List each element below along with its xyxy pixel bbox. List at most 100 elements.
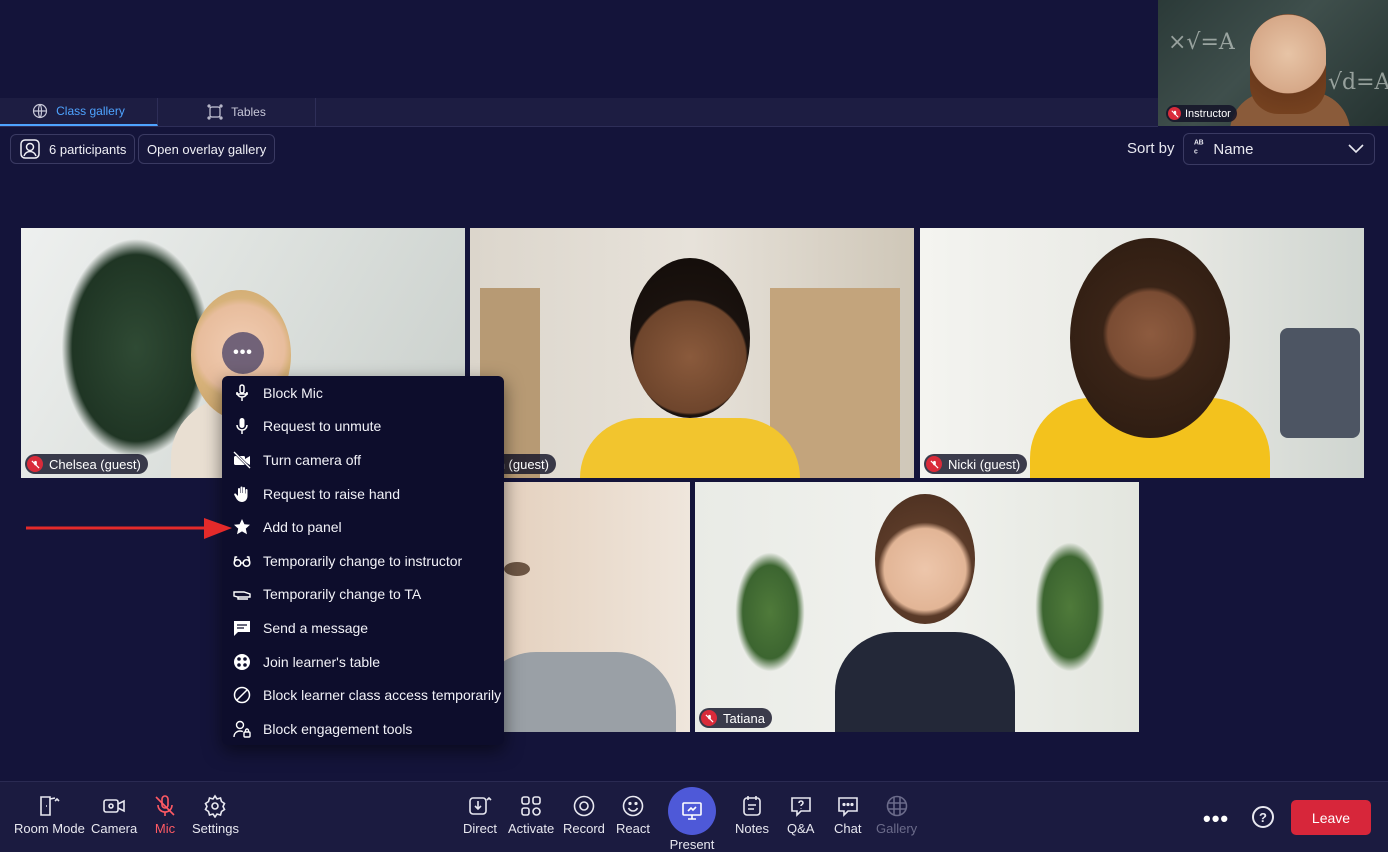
leave-label: Leave: [1311, 809, 1351, 826]
participant-name-label: Chelsea (guest): [25, 454, 148, 474]
chevron-down-icon: [1348, 144, 1364, 154]
qa-button[interactable]: Q&A: [787, 794, 814, 836]
block-icon: [233, 686, 251, 704]
mic-icon: [236, 418, 248, 435]
room-mode-label: Room Mode: [14, 821, 85, 836]
settings-label: Settings: [192, 821, 239, 836]
mic-block-icon: [236, 384, 248, 401]
menu-item-block-class-access[interactable]: Block learner class access temporarily: [222, 678, 504, 712]
person-head: [875, 494, 975, 624]
instructor-video-tile[interactable]: ×√=A √d=A Instructor: [1158, 0, 1388, 126]
mic-off-icon: [27, 456, 43, 472]
globe-icon: [33, 103, 48, 119]
message-icon: [234, 620, 250, 636]
person-body: [835, 632, 1015, 732]
person-head: [1070, 238, 1230, 438]
menu-item-label: Turn camera off: [263, 451, 362, 468]
open-overlay-gallery-button[interactable]: Open overlay gallery: [138, 134, 276, 164]
menu-item-request-raise-hand[interactable]: Request to raise hand: [222, 477, 504, 511]
camera-button[interactable]: Camera: [91, 794, 137, 836]
smile-icon: [622, 795, 644, 817]
person-eye: [504, 562, 530, 576]
menu-item-label: Block engagement tools: [263, 720, 413, 737]
menu-item-change-to-instructor[interactable]: Temporarily change to instructor: [222, 544, 504, 578]
more-menu-button[interactable]: •••: [1203, 806, 1229, 832]
participant-tile-aden[interactable]: aden (guest): [470, 228, 914, 478]
notes-label: Notes: [735, 821, 769, 836]
participant-name: Chelsea (guest): [49, 456, 141, 472]
direct-label: Direct: [463, 821, 497, 836]
glasses-icon: [233, 556, 251, 567]
activate-label: Activate: [508, 821, 555, 836]
participant-name-label: Tatiana: [699, 708, 772, 728]
menu-item-block-engagement[interactable]: Block engagement tools: [222, 712, 504, 746]
couch-image: [1280, 328, 1360, 438]
help-button[interactable]: ?: [1252, 806, 1274, 828]
menu-item-join-table[interactable]: Join learner's table: [222, 645, 504, 679]
person-body: [476, 652, 676, 732]
chat-button[interactable]: Chat: [834, 794, 861, 836]
participant-tile-nicki[interactable]: Nicki (guest): [920, 228, 1364, 478]
hand-icon: [234, 486, 248, 502]
instructor-name-label: Instructor: [1166, 105, 1237, 122]
tables-icon: [207, 104, 223, 120]
menu-item-label: Join learner's table: [263, 653, 381, 670]
gallery-button[interactable]: Gallery: [876, 794, 917, 836]
room-mode-button[interactable]: Room Mode: [14, 794, 85, 836]
react-label: React: [616, 821, 650, 836]
menu-item-turn-camera-off[interactable]: Turn camera off: [222, 443, 504, 477]
record-button[interactable]: Record: [563, 794, 605, 836]
menu-item-label: Temporarily change to TA: [263, 586, 422, 603]
plant-image: [1035, 542, 1105, 672]
mic-off-icon: [1168, 107, 1181, 120]
leave-button[interactable]: Leave: [1291, 800, 1371, 835]
tab-class-gallery[interactable]: Class gallery: [0, 98, 158, 126]
tab-tables[interactable]: Tables: [158, 98, 316, 126]
notes-button[interactable]: Notes: [735, 794, 769, 836]
activate-button[interactable]: Activate: [508, 794, 554, 836]
direct-button[interactable]: Direct: [463, 794, 497, 836]
activate-icon: [521, 796, 541, 816]
mic-off-icon: [155, 795, 175, 816]
react-button[interactable]: React: [616, 794, 650, 836]
table-icon: [234, 653, 250, 670]
help-icon: ?: [1259, 809, 1267, 825]
menu-item-label: Send a message: [263, 619, 369, 636]
record-label: Record: [563, 821, 605, 836]
annotation-arrow-icon: [26, 518, 232, 539]
sort-abc-icon: ᴬᴮ ᶜ: [1194, 139, 1204, 159]
camera-off-icon: [233, 451, 251, 469]
participants-button[interactable]: 6 participants: [10, 134, 136, 164]
menu-item-label: Request to raise hand: [263, 485, 400, 502]
chalkboard-writing: ×√=A: [1168, 30, 1235, 55]
mic-button[interactable]: Mic: [153, 794, 177, 836]
menu-item-request-unmute[interactable]: Request to unmute: [222, 410, 504, 444]
camera-icon: [103, 799, 125, 813]
present-button[interactable]: Present: [668, 787, 716, 852]
menu-item-label: Temporarily change to instructor: [263, 552, 463, 569]
sort-value: Name: [1213, 140, 1254, 158]
menu-item-send-message[interactable]: Send a message: [222, 611, 504, 645]
instructor-label-text: Instructor: [1185, 107, 1231, 120]
door-icon: [40, 796, 60, 816]
present-label: Present: [669, 837, 715, 852]
instructor-face: [1250, 14, 1326, 114]
present-circle: [668, 787, 716, 835]
menu-item-change-to-ta[interactable]: Temporarily change to TA: [222, 578, 504, 612]
participants-count: 6 participants: [49, 141, 127, 157]
sort-select[interactable]: ᴬᴮ ᶜ Name: [1183, 133, 1375, 165]
more-options-button[interactable]: •••: [222, 332, 264, 374]
mic-label: Mic: [154, 821, 176, 836]
gallery-tabs: Class gallery Tables: [0, 98, 1158, 127]
user-lock-icon: [233, 720, 251, 738]
grid-icon: [886, 795, 907, 817]
participant-tile-tatiana[interactable]: Tatiana: [695, 482, 1139, 732]
settings-button[interactable]: Settings: [192, 794, 239, 836]
menu-item-add-to-panel[interactable]: Add to panel: [222, 510, 504, 544]
person-body: [580, 418, 800, 478]
star-icon: [234, 519, 250, 535]
camera-label: Camera: [91, 821, 138, 836]
qa-label: Q&A: [787, 821, 815, 836]
participant-context-menu: Block Mic Request to unmute Turn camera …: [222, 376, 504, 745]
menu-item-block-mic[interactable]: Block Mic: [222, 376, 504, 410]
